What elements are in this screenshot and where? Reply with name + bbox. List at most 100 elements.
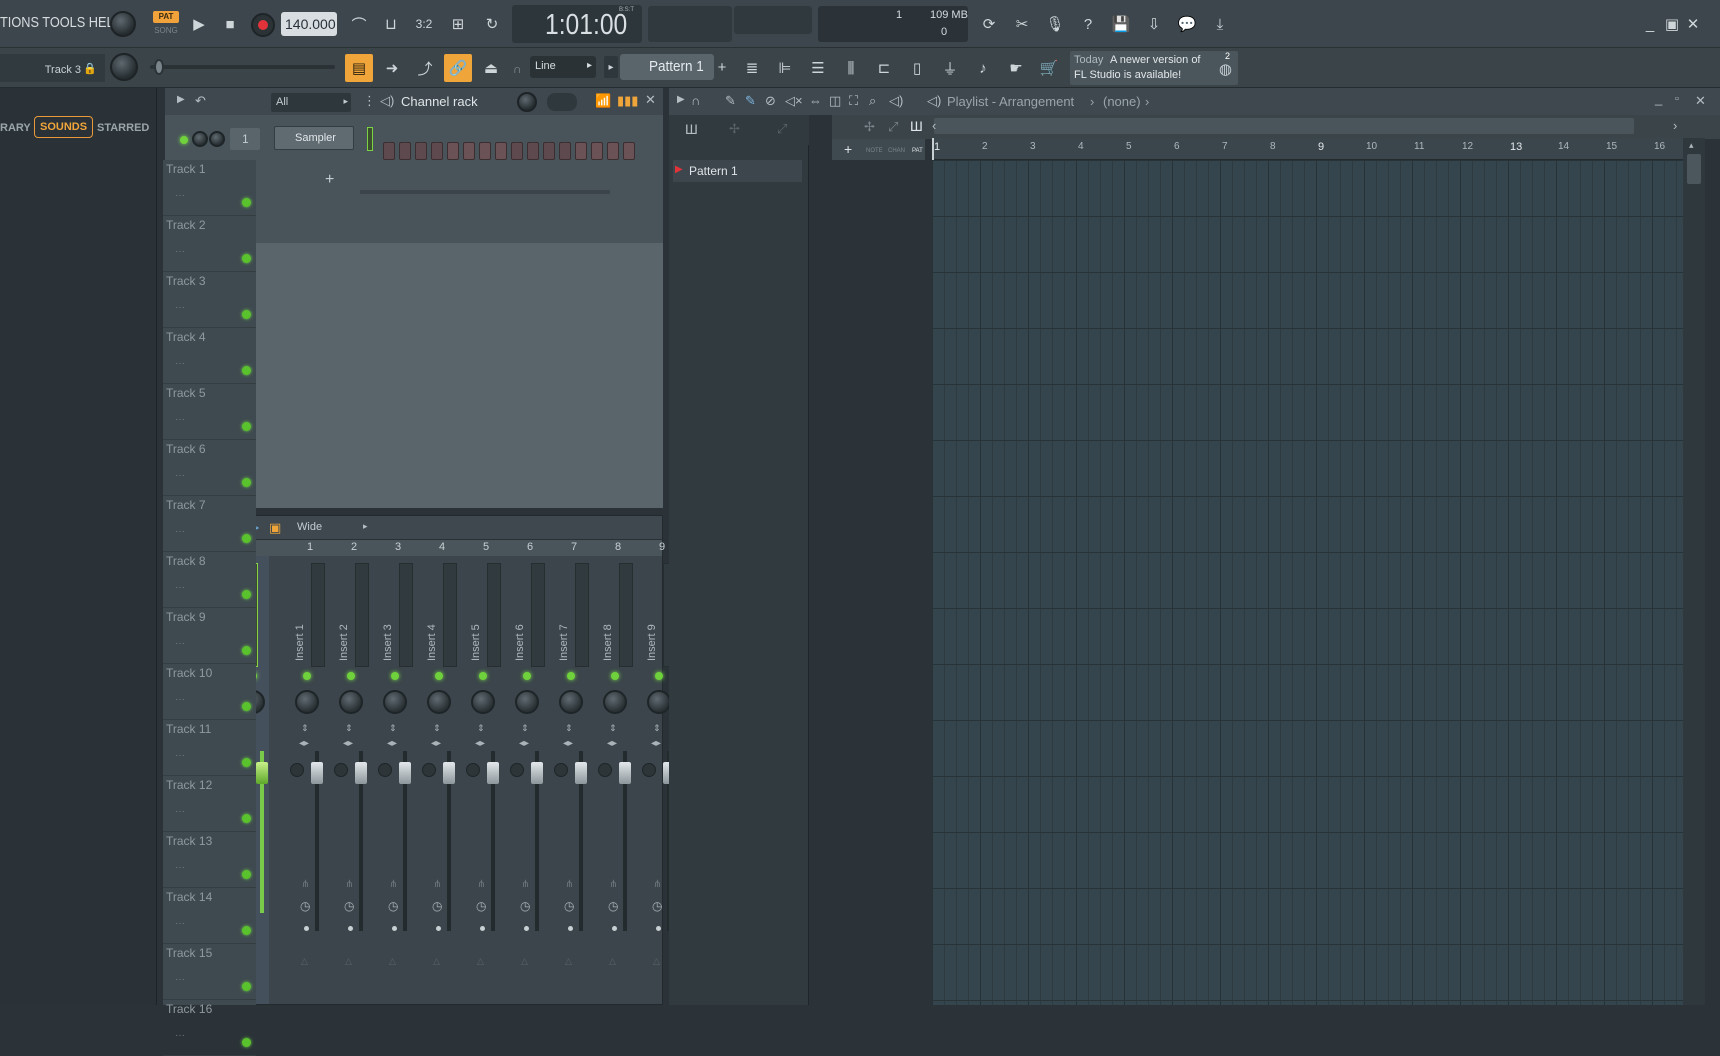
main-volume-slider[interactable] [150,59,335,75]
chevron-right-icon[interactable]: › [1673,118,1677,133]
track-options-icon[interactable]: ··· [175,862,185,873]
playlist-track-header[interactable]: Track 10 ··· [163,664,256,720]
channel-mixer-track[interactable]: 1 [230,128,260,150]
loop-record-button[interactable]: ↻ [478,10,506,38]
track-mute-led[interactable] [242,478,251,487]
mixer-route-dot[interactable] [436,926,441,931]
mixer-clock-icon[interactable]: ◷ [388,899,398,913]
mixer-fader-handle[interactable] [256,762,268,784]
stereo-swap-icon[interactable]: ◂▸ [431,738,441,749]
track-options-icon[interactable]: ··· [175,526,185,537]
mixer-strip-insert-5[interactable]: Insert 5 ⇕ ◂▸ ⋔ ◷ △ [462,563,504,1003]
stereo-separation-icon[interactable]: ⇕ [301,723,309,734]
step-button[interactable] [575,142,587,160]
track-mute-led[interactable] [242,926,251,935]
mixer-pan-knob[interactable] [559,690,583,714]
browser-button[interactable]: ⊏ [870,54,898,82]
chevron-left-icon[interactable]: ‹ [932,118,936,133]
mixer-strip-led[interactable] [523,672,531,680]
plugin-button[interactable]: ⏚ [936,54,964,82]
mixer-mini-knob[interactable] [642,763,656,777]
mixer-clock-icon[interactable]: ◷ [652,899,662,913]
mixer-route-dot[interactable] [656,926,661,931]
step-button[interactable] [415,142,427,160]
mixer-fx-icon[interactable]: ⋔ [609,879,617,890]
channel-volume-knob[interactable] [209,131,225,147]
refresh-button[interactable]: ⟳ [975,10,1003,38]
mixer-strip-led[interactable] [655,672,663,680]
add-track-icon[interactable]: + [844,141,852,157]
graph-editor-icon[interactable]: 📶 [595,93,611,109]
mixer-header-4[interactable]: 3 [395,541,401,553]
mixer-button[interactable]: ⫼ [837,54,865,82]
track-mute-led[interactable] [242,870,251,879]
mixer-strip-led[interactable] [479,672,487,680]
mixer-fader-handle[interactable] [443,762,455,784]
track-mute-led[interactable] [242,422,251,431]
mixer-send-icon[interactable]: △ [477,956,484,967]
stop-button[interactable]: ■ [216,10,244,38]
track-mute-led[interactable] [242,702,251,711]
step-button[interactable] [399,142,411,160]
step-button[interactable] [447,142,459,160]
zoom-icon[interactable]: ⌕ [869,93,876,109]
playlist-ruler[interactable]: 1 2 3 4 5 6 7 8 9 10 11 12 13 14 15 16 [932,138,1683,160]
mixer-clock-icon[interactable]: ◷ [564,899,574,913]
swing-knob[interactable] [517,92,537,112]
track-mute-led[interactable] [242,534,251,543]
mixer-fx-icon[interactable]: ⋔ [433,879,441,890]
playlist-menu-icon[interactable]: ▶ [677,94,685,105]
stereo-separation-icon[interactable]: ⇕ [477,723,485,734]
mixer-send-icon[interactable]: △ [301,956,308,967]
step-button[interactable] [623,142,635,160]
playlist-selection[interactable]: (none) [1103,94,1141,109]
slice-icon[interactable]: ◫ [829,93,841,109]
track-mute-led[interactable] [242,1038,251,1047]
link-button[interactable]: 🔗 [444,54,472,82]
track-options-icon[interactable]: ··· [175,470,185,481]
undo-icon[interactable]: ↶ [195,93,206,109]
channel-rack-menu-icon[interactable]: ▶ [177,94,185,105]
mute-tool-icon[interactable]: ◁× [785,93,803,109]
piano-roll-button[interactable]: ≣ [738,54,766,82]
stereo-separation-icon[interactable]: ⇕ [609,723,617,734]
mixer-fx-icon[interactable]: ⋔ [653,879,661,890]
mixer-pan-knob[interactable] [647,690,671,714]
track-options-icon[interactable]: ··· [175,694,185,705]
mixer-fx-icon[interactable]: ⋔ [389,879,397,890]
stereo-swap-icon[interactable]: ◂▸ [475,738,485,749]
step-button[interactable] [431,142,443,160]
mixer-layout-icon[interactable]: ▣ [269,520,281,536]
mixer-mini-knob[interactable] [598,763,612,777]
stereo-separation-icon[interactable]: ⇕ [345,723,353,734]
news-panel[interactable]: Today A newer version of FL Studio is av… [1070,51,1238,85]
step-view-icon[interactable]: ▮▮▮ [617,93,638,109]
mixer-clock-icon[interactable]: ◷ [300,899,310,913]
mixer-fader-handle[interactable] [487,762,499,784]
channel-add-button[interactable]: + [325,171,334,189]
help-button[interactable]: ? [1074,10,1102,38]
save-button[interactable]: 💾 [1107,10,1135,38]
close-icon[interactable]: ✕ [645,92,656,108]
mixer-fader-handle[interactable] [355,762,367,784]
mixer-clock-icon[interactable]: ◷ [344,899,354,913]
step-button[interactable] [527,142,539,160]
tab-sounds[interactable]: SOUNDS [34,116,94,138]
playlist-track-header[interactable]: Track 11 ··· [163,720,256,776]
mixer-mini-knob[interactable] [466,763,480,777]
step-sequencer-button[interactable]: ☰ [804,54,832,82]
track-options-icon[interactable]: ··· [175,414,185,425]
mixer-send-icon[interactable]: △ [433,956,440,967]
channel-pan-knob[interactable] [192,131,208,147]
wait-input-button[interactable]: ⊔ [377,10,405,38]
track-mute-led[interactable] [242,366,251,375]
mixer-preset[interactable]: Wide [297,521,322,533]
channel-rack-button[interactable]: ⊫ [771,54,799,82]
track-options-icon[interactable]: ··· [175,918,185,929]
mixer-header-2[interactable]: 1 [307,541,313,553]
mixer-mini-knob[interactable] [510,763,524,777]
arrow-button[interactable]: ➜ [378,54,406,82]
stereo-separation-icon[interactable]: ⇕ [389,723,397,734]
mixer-fader-handle[interactable] [399,762,411,784]
mixer-fader-handle[interactable] [575,762,587,784]
